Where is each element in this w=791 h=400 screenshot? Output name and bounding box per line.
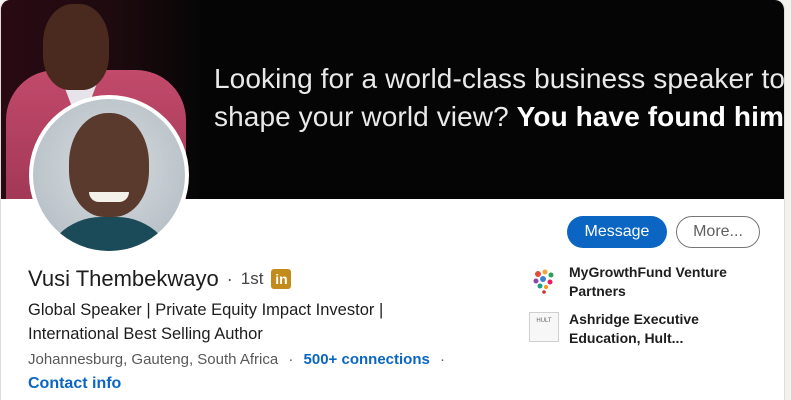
avatar[interactable] (33, 99, 185, 251)
profile-location: Johannesburg, Gauteng, South Africa (28, 351, 279, 368)
banner-speaker-head (43, 4, 109, 90)
name-row: Vusi Thembekwayo · 1st in (28, 265, 292, 293)
name-separator: · (226, 268, 233, 289)
linkedin-icon: in (271, 269, 292, 289)
experience-label-hult: Ashridge Executive Education, Hult... (569, 311, 699, 346)
banner-line-2-bold: You have found him. (516, 101, 785, 132)
location-row: Johannesburg, Gauteng, South Africa · 50… (28, 350, 451, 370)
experience-item-hult[interactable]: HULT Ashridge Executive Education, Hult.… (529, 310, 759, 348)
experience-label-mygrowthfund: MyGrowthFund Venture Partners (569, 264, 727, 299)
connections-separator: · (440, 351, 446, 368)
banner-line-2-plain: shape your world view? (214, 101, 517, 132)
hult-logo-text: HULT (536, 318, 552, 324)
experience-item-mygrowthfund[interactable]: MyGrowthFund Venture Partners (529, 263, 759, 301)
location-separator: · (288, 351, 294, 368)
profile-name: Vusi Thembekwayo (28, 266, 219, 291)
avatar-smile (89, 192, 129, 202)
mygrowthfund-logo-icon (533, 269, 554, 294)
profile-card: Looking for a world-class business speak… (0, 0, 785, 400)
banner-line-2: shape your world view? You have found hi… (214, 98, 784, 136)
banner-tagline: Looking for a world-class business speak… (214, 60, 784, 136)
more-button[interactable]: More... (676, 216, 760, 248)
hult-logo-icon: HULT (529, 312, 559, 342)
connections-link[interactable]: 500+ connections (304, 351, 430, 368)
profile-headline: Global Speaker | Private Equity Impact I… (28, 301, 384, 343)
contact-info-link[interactable]: Contact info (28, 374, 121, 394)
banner-line-1: Looking for a world-class business speak… (214, 63, 785, 94)
message-button[interactable]: Message (567, 216, 667, 248)
connection-degree: 1st (240, 269, 264, 288)
avatar-jacket (41, 217, 177, 251)
